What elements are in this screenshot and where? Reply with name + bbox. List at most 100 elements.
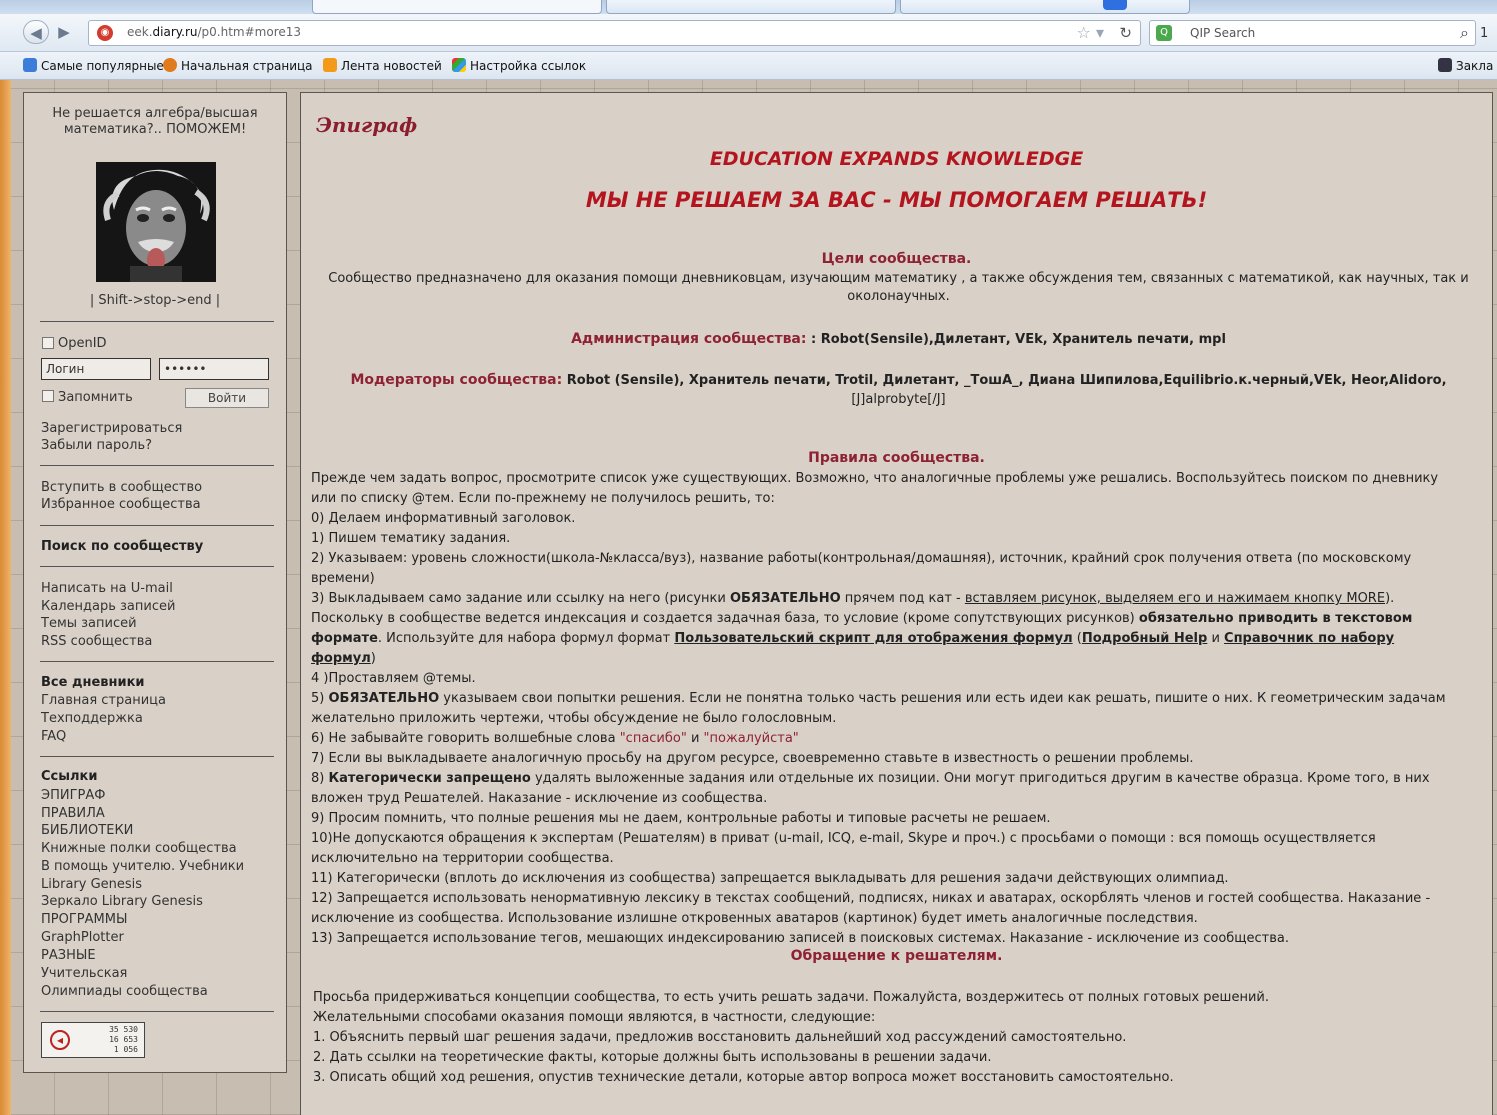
- appeal-line: 1. Объяснить первый шаг решения задачи, …: [313, 1030, 1127, 1045]
- topics-link[interactable]: Темы записей: [41, 615, 137, 633]
- login-field[interactable]: [41, 358, 151, 380]
- sidebar-link-epigraph[interactable]: ЭПИГРАФ: [41, 787, 105, 805]
- bookmark-item-popular[interactable]: Самые популярные: [23, 58, 164, 73]
- sidebar-link-library-genesis[interactable]: Library Genesis: [41, 876, 142, 894]
- search-engine-icon[interactable]: Q: [1156, 25, 1172, 41]
- search-magnifier-icon[interactable]: ⌕: [1460, 23, 1469, 43]
- rule-text: 8): [311, 771, 329, 786]
- calendar-link[interactable]: Календарь записей: [41, 598, 175, 616]
- forgot-password-link[interactable]: Забыли пароль?: [41, 437, 152, 455]
- navigation-toolbar: ◀ ▶ ◉ eek.diary.ru/p0.htm#more13 ☆ ▾ ↻ Q…: [0, 14, 1497, 52]
- rss-link[interactable]: RSS сообщества: [41, 633, 152, 651]
- bookmarks-menu-icon: [1438, 58, 1452, 72]
- rule-item: 11) Категорически (вплоть до исключения …: [311, 871, 1229, 886]
- register-link[interactable]: Зарегистрироваться: [41, 420, 182, 438]
- formula-script-link[interactable]: Пользовательский скрипт для отображения …: [674, 631, 1072, 646]
- sidebar-link-libraries[interactable]: БИБЛИОТЕКИ: [41, 822, 133, 840]
- community-search-link[interactable]: Поиск по сообществу: [41, 539, 203, 554]
- community-favorites-link[interactable]: Избранное сообщества: [41, 496, 201, 514]
- openid-checkbox[interactable]: [42, 337, 54, 349]
- address-bar[interactable]: ◉ eek.diary.ru/p0.htm#more13 ☆ ▾ ↻: [88, 20, 1141, 46]
- left-decor-strip: [0, 80, 11, 1115]
- windows-logo-icon: [452, 58, 466, 72]
- counter-value: 35 530: [109, 1025, 138, 1034]
- insert-image-help-link[interactable]: вставляем рисунок, выделяем его и нажима…: [965, 591, 1385, 606]
- divider: [40, 661, 274, 662]
- support-link[interactable]: Техподдержка: [41, 710, 143, 728]
- sidebar-link-programs[interactable]: ПРОГРАММЫ: [41, 911, 127, 929]
- rule-item: 4 )Проставляем @темы.: [311, 671, 476, 686]
- tab-strip: [0, 0, 1497, 14]
- appeal-line: 2. Дать ссылки на теоретические факты, к…: [313, 1050, 992, 1065]
- url-prefix: eek.: [127, 25, 153, 39]
- avatar: [96, 162, 216, 282]
- new-tab-button[interactable]: [1103, 0, 1127, 10]
- rule-item: исключение из сообщества. Использование …: [311, 911, 1198, 926]
- browser-tab[interactable]: [606, 0, 896, 14]
- sidebar-link-graphplotter[interactable]: GraphPlotter: [41, 929, 124, 947]
- rule-emphasis: ОБЯЗАТЕЛЬНО: [729, 591, 841, 606]
- bookmark-item-news-feed[interactable]: Лента новостей: [323, 58, 442, 73]
- forward-button[interactable]: ▶: [51, 20, 77, 44]
- rule-emphasis: обязательно приводить в текстовом: [1138, 611, 1413, 626]
- remember-label: Запомнить: [58, 390, 133, 405]
- rule-text: прячем под кат -: [840, 591, 965, 606]
- post-title[interactable]: Эпиграф: [316, 113, 417, 137]
- join-community-link[interactable]: Вступить в сообщество: [41, 479, 202, 497]
- rules-intro-line: или по списку @тем. Если по-прежнему не …: [311, 491, 775, 506]
- bookmark-item-link-settings[interactable]: Настройка ссылок: [452, 58, 586, 73]
- sidebar-link-rules[interactable]: ПРАВИЛА: [41, 805, 105, 823]
- sidebar-link-library-genesis-mirror[interactable]: Зеркало Library Genesis: [41, 893, 203, 911]
- rule-item: 6) Не забывайте говорить волшебные слова…: [311, 729, 1486, 749]
- remember-checkbox[interactable]: [42, 390, 54, 402]
- sidebar-link-olympiads[interactable]: Олимпиады сообщества: [41, 983, 208, 1001]
- bookmark-item-start-page[interactable]: Начальная страница: [163, 58, 313, 73]
- sidebar-link-misc[interactable]: РАЗНЫЕ: [41, 947, 96, 965]
- counter-value: 1 056: [113, 1045, 138, 1054]
- rule-text: удалять выложенные задания или отдельные…: [530, 771, 1430, 786]
- administration-line: Администрация сообщества: : Robot(Sensil…: [311, 329, 1486, 350]
- url-text[interactable]: eek.diary.ru/p0.htm#more13: [127, 25, 301, 39]
- bookmark-label: Начальная страница: [181, 59, 313, 73]
- toolbar-extra-button[interactable]: 1: [1480, 26, 1488, 41]
- rule-item: 3) Выкладываем само задание или ссылку н…: [311, 589, 1486, 609]
- search-bar[interactable]: Q QIP Search ⌕: [1149, 20, 1476, 46]
- appeal-line: Желательными способами оказания помощи я…: [313, 1010, 876, 1025]
- rule-text: 6) Не забывайте говорить волшебные слова: [311, 731, 620, 746]
- url-path: /p0.htm#more13: [197, 25, 302, 39]
- rule-item: 13) Запрещается использование тегов, меш…: [311, 931, 1290, 946]
- goals-heading: Цели сообщества.: [821, 251, 972, 267]
- visit-counter[interactable]: ◂ 35 530 16 653 1 056: [41, 1022, 145, 1058]
- appeal-line: Просьба придерживаться концепции сообщес…: [313, 990, 1269, 1005]
- password-field[interactable]: [159, 358, 269, 380]
- browser-tab[interactable]: [900, 0, 1190, 14]
- umail-link[interactable]: Написать на U-mail: [41, 580, 173, 598]
- divider: [40, 1011, 274, 1012]
- back-button[interactable]: ◀: [23, 20, 49, 44]
- rule-item: вложен труд Решателей. Наказание - исклю…: [311, 791, 768, 806]
- browser-tab-active[interactable]: [312, 0, 602, 14]
- sidebar-link-teachers-room[interactable]: Учительская: [41, 965, 127, 983]
- all-diaries-link[interactable]: Все дневники: [41, 675, 145, 690]
- moderators-names: Robot (Sensile), Хранитель печати, Troti…: [562, 373, 1447, 388]
- rule-item: времени): [311, 571, 375, 586]
- sidebar-link-teacher-help[interactable]: В помощь учителю. Учебники: [41, 858, 244, 876]
- rss-feed-icon: [323, 58, 337, 72]
- formula-help-link[interactable]: Подробный Help: [1082, 631, 1207, 646]
- sidebar-link-bookshelves[interactable]: Книжные полки сообщества: [41, 840, 237, 858]
- rule-item: 10)Не допускаются обращения к экспертам …: [311, 831, 1376, 846]
- magic-word: "пожалуйста": [703, 731, 799, 746]
- bookmark-star-icon[interactable]: ☆ ▾: [1077, 23, 1104, 42]
- faq-link[interactable]: FAQ: [41, 728, 66, 746]
- rule-item: 2) Указываем: уровень сложности(школа-№к…: [311, 551, 1412, 566]
- formula-reference-link[interactable]: формул: [311, 651, 371, 666]
- formula-reference-link[interactable]: Справочник по набору: [1224, 631, 1394, 646]
- counter-values: 35 530 16 653 1 056: [109, 1025, 138, 1055]
- rule-item: 0) Делаем информативный заголовок.: [311, 511, 576, 526]
- main-page-link[interactable]: Главная страница: [41, 692, 166, 710]
- bookmark-label: Настройка ссылок: [470, 59, 587, 73]
- links-heading: Ссылки: [41, 769, 98, 784]
- bookmarks-menu[interactable]: Закла: [1438, 58, 1493, 73]
- reload-icon[interactable]: ↻: [1119, 24, 1132, 42]
- login-button[interactable]: Войти: [185, 388, 269, 408]
